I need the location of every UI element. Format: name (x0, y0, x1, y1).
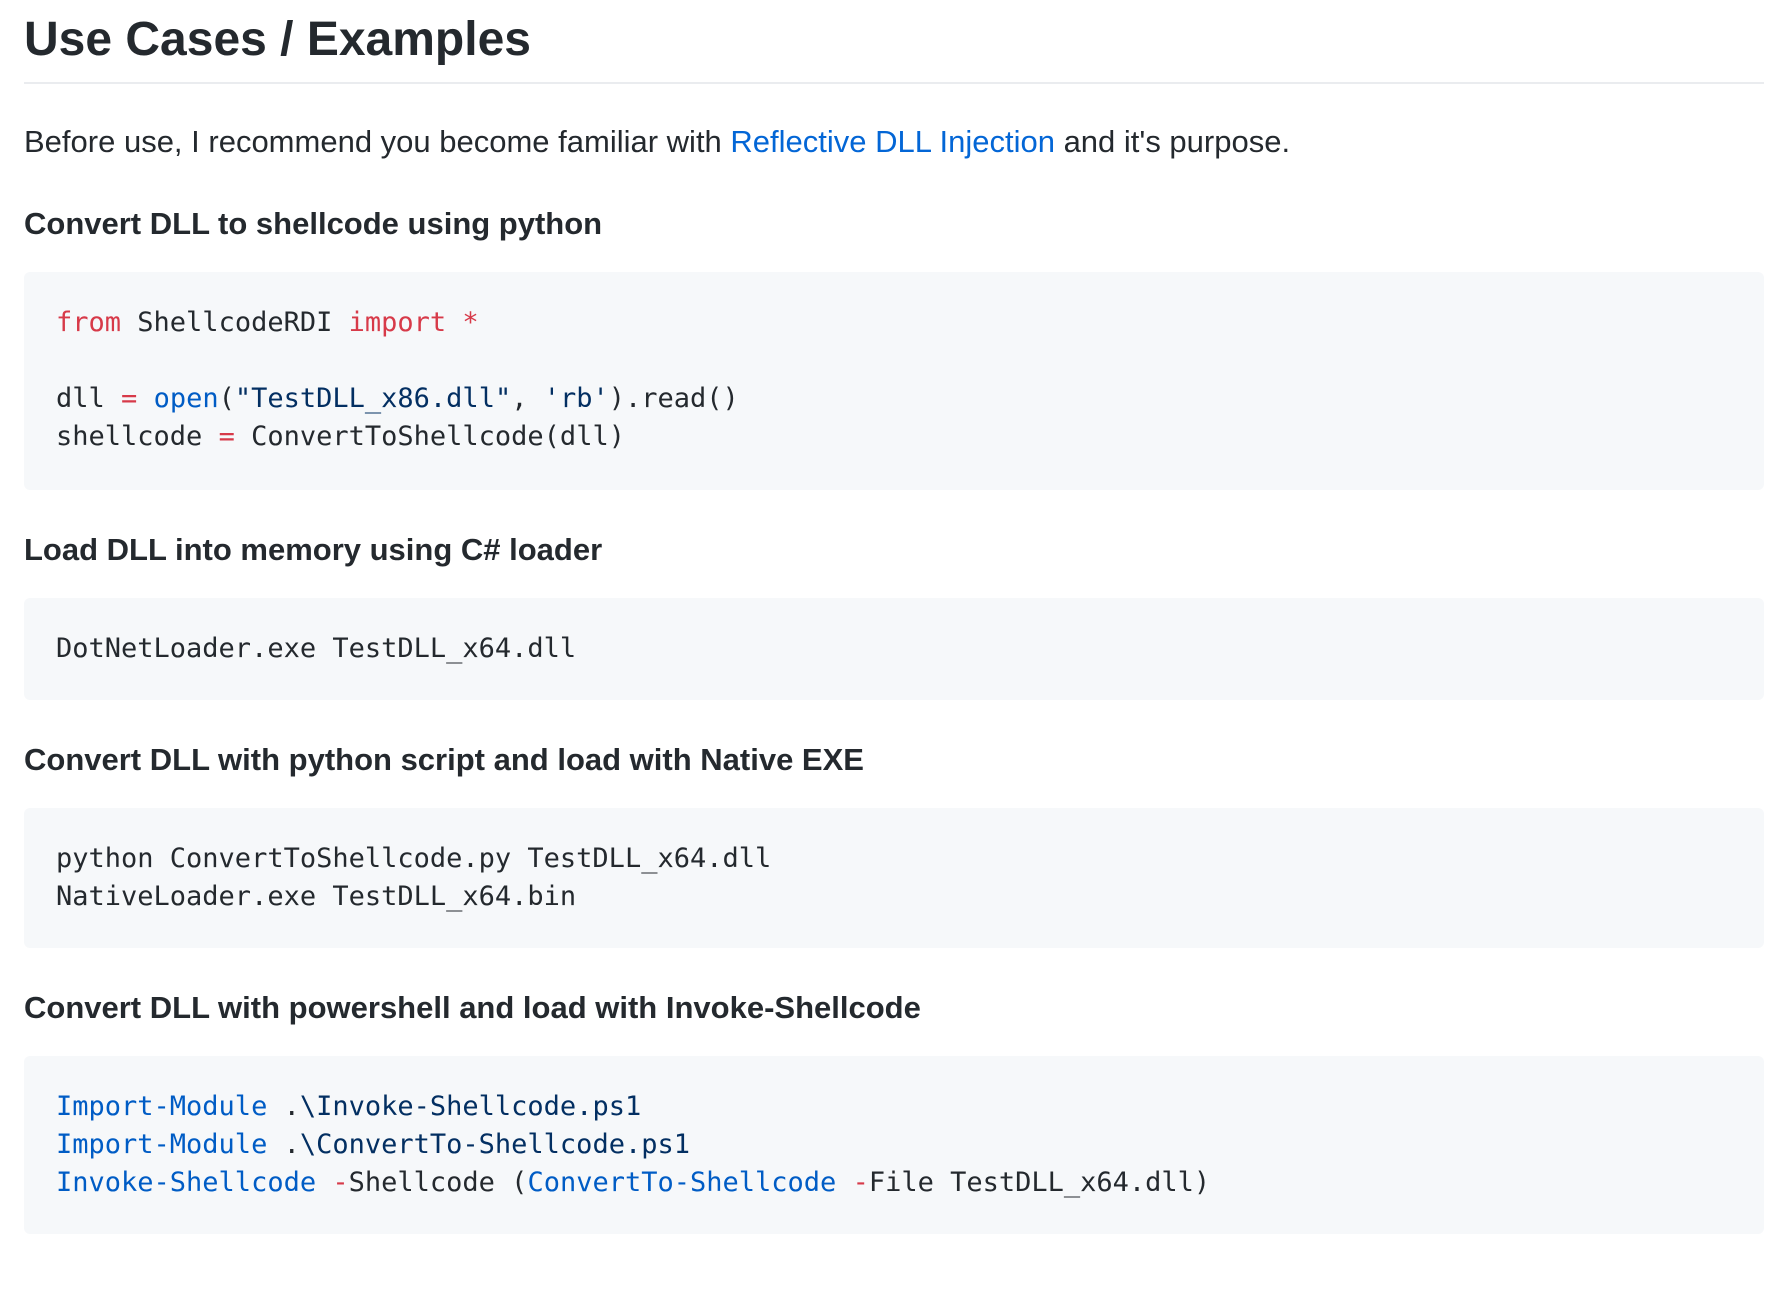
page-title: Use Cases / Examples (24, 0, 1764, 84)
reflective-dll-injection-link[interactable]: Reflective DLL Injection (730, 124, 1055, 159)
code-token: . (267, 1129, 300, 1160)
section-heading-powershell: Convert DLL with powershell and load wit… (24, 990, 921, 1025)
code-token: - (852, 1167, 869, 1198)
code-block-powershell[interactable]: Import-Module .\Invoke-Shellcode.ps1 Impo… (24, 1056, 1764, 1234)
code-token: . (267, 1091, 300, 1122)
code-token: = (121, 383, 138, 414)
code-token: Shellcode ( (348, 1167, 528, 1198)
code-line: DotNetLoader.exe TestDLL_x64.dll (56, 633, 577, 664)
code-token: ).read() (608, 383, 739, 414)
code-line: dll = open("TestDLL_x86.dll", 'rb').read… (56, 380, 1732, 418)
code-token: open (153, 383, 219, 414)
section-heading-python-convert: Convert DLL to shellcode using python (24, 206, 603, 241)
code-token: Import-Module (56, 1091, 268, 1122)
code-line: NativeLoader.exe TestDLL_x64.bin (56, 881, 577, 912)
code-token: "TestDLL_x86.dll" (234, 383, 512, 414)
code-block-python[interactable]: from ShellcodeRDI import * dll = open("Te… (24, 272, 1764, 490)
code-token: from (56, 307, 122, 338)
code-token: * (446, 307, 479, 338)
code-block-csharp-loader[interactable]: DotNetLoader.exe TestDLL_x64.dll (24, 598, 1764, 700)
code-token: \Invoke-Shellcode.ps1 (299, 1091, 642, 1122)
intro-paragraph: Before use, I recommend you become famil… (24, 120, 1764, 164)
section-heading-native-exe: Convert DLL with python script and load … (24, 742, 864, 777)
code-token: 'rb' (543, 383, 609, 414)
code-token: - (332, 1167, 349, 1198)
code-token: Import-Module (56, 1129, 268, 1160)
code-token: = (218, 421, 235, 452)
code-line: from ShellcodeRDI import * (56, 304, 1732, 342)
code-token: dll (56, 383, 122, 414)
code-token: Invoke-Shellcode (56, 1167, 317, 1198)
readme-content: Use Cases / Examples Before use, I recom… (24, 0, 1764, 1234)
code-token: \ConvertTo-Shellcode.ps1 (299, 1129, 690, 1160)
code-token: shellcode (56, 421, 219, 452)
code-token: File TestDLL_x64.dll) (868, 1167, 1211, 1198)
code-block-native-exe[interactable]: python ConvertToShellcode.py TestDLL_x64… (24, 808, 1764, 948)
code-token: ConvertToShellcode(dll) (234, 421, 625, 452)
code-token: import (348, 307, 447, 338)
code-token: ShellcodeRDI (121, 307, 349, 338)
section-heading-csharp-loader: Load DLL into memory using C# loader (24, 532, 603, 567)
code-token: ( (218, 383, 235, 414)
intro-text-before: Before use, I recommend you become famil… (24, 124, 731, 159)
code-line: python ConvertToShellcode.py TestDLL_x64… (56, 843, 772, 874)
code-line: Import-Module .\Invoke-Shellcode.ps1 (56, 1088, 1732, 1126)
code-line: Import-Module .\ConvertTo-Shellcode.ps1 (56, 1126, 1732, 1164)
code-token: ConvertTo-Shellcode (527, 1167, 837, 1198)
code-token: , (511, 383, 544, 414)
code-line: Invoke-Shellcode -Shellcode (ConvertTo-S… (56, 1164, 1732, 1202)
code-line: shellcode = ConvertToShellcode(dll) (56, 418, 1732, 456)
intro-text-after: and it's purpose. (1054, 124, 1291, 159)
